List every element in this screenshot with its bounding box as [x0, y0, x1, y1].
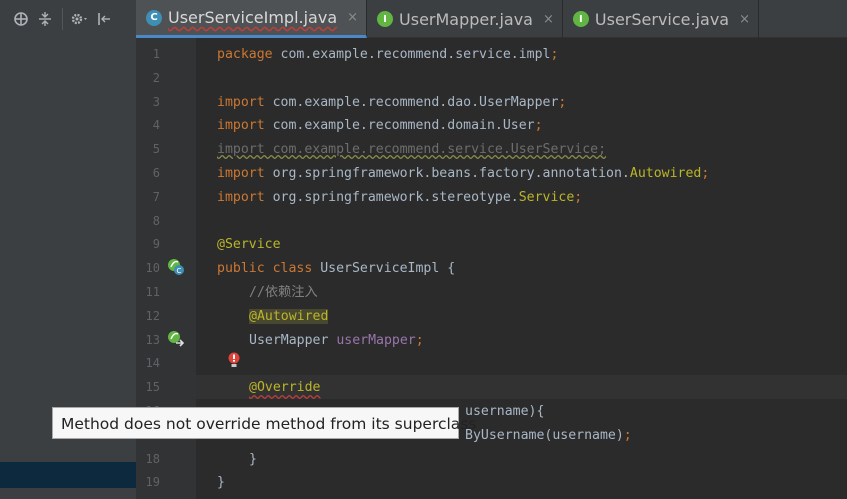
tab-usermapper[interactable]: I UserMapper.java ×	[367, 0, 563, 38]
tree-selected-row[interactable]	[0, 462, 136, 488]
lightbulb-error-icon[interactable]	[227, 352, 241, 368]
line-number: 12	[145, 308, 160, 323]
tab-userserviceimpl[interactable]: C UserServiceImpl.java ×	[136, 0, 368, 38]
interface-icon: I	[377, 11, 394, 27]
line-number: 18	[145, 451, 160, 466]
tab-userservice[interactable]: I UserService.java ×	[563, 0, 760, 38]
close-icon[interactable]: ×	[347, 10, 358, 25]
project-toolbar	[0, 0, 136, 38]
tab-label: UserService.java	[594, 9, 730, 29]
interface-icon: I	[572, 11, 589, 27]
code-line-9: @Service	[217, 237, 281, 253]
code-line-11: //依赖注入	[249, 285, 318, 300]
class-icon: C	[146, 9, 162, 26]
line-number: 15	[145, 380, 160, 395]
autowired-navigate-icon[interactable]	[167, 330, 185, 348]
line-number: 2	[152, 70, 160, 85]
code-line-5: import com.example.recommend.service.Use…	[217, 142, 607, 158]
line-number: 7	[152, 189, 160, 204]
crosshair-icon[interactable]	[10, 8, 32, 30]
code-line-6: import org.springframework.beans.factory…	[217, 166, 710, 181]
editor-tab-bar: C UserServiceImpl.java × I UserMapper.ja…	[136, 0, 847, 38]
code-line-3: import com.example.recommend.dao.UserMap…	[217, 94, 567, 110]
code-line-13: UserMapper userMapper;	[249, 332, 424, 348]
line-number: 3	[152, 94, 160, 109]
toolbar-separator	[62, 8, 63, 30]
line-number: 5	[152, 142, 160, 157]
spring-bean-icon[interactable]: C	[167, 258, 185, 276]
code-line-7: import org.springframework.stereotype.Se…	[217, 189, 583, 205]
code-line-4: import com.example.recommend.domain.User…	[217, 118, 543, 134]
code-line-16: username){	[465, 404, 545, 419]
gear-icon[interactable]	[69, 8, 91, 30]
code-line-15: @Override	[249, 380, 321, 396]
line-number: 1	[152, 47, 160, 61]
line-number: 4	[152, 118, 160, 133]
line-number: 11	[145, 285, 160, 299]
close-icon[interactable]: ×	[543, 12, 554, 27]
line-number: 19	[145, 475, 160, 490]
code-line-10: public class UserServiceImpl {	[217, 261, 456, 277]
code-line-18: }	[249, 451, 257, 467]
line-number: 14	[145, 356, 160, 371]
code-line-17: ByUsername(username);	[465, 427, 632, 443]
line-number: 10	[145, 261, 160, 276]
line-number: 6	[152, 166, 160, 180]
tab-label: UserMapper.java	[399, 9, 533, 29]
svg-text:C: C	[177, 267, 182, 275]
error-tooltip: Method does not override method from its…	[52, 407, 476, 439]
code-line-19: }	[217, 475, 225, 491]
hide-icon[interactable]	[93, 8, 115, 30]
line-number: 9	[152, 237, 160, 252]
line-number: 13	[145, 332, 160, 347]
close-icon[interactable]: ×	[739, 12, 750, 27]
code-line-12: @Autowired	[249, 308, 329, 324]
line-number: 8	[152, 213, 160, 228]
code-line-1: package com.example.recommend.service.im…	[217, 47, 559, 62]
collapse-icon[interactable]	[34, 8, 56, 30]
tab-label: UserServiceImpl.java	[168, 8, 338, 27]
